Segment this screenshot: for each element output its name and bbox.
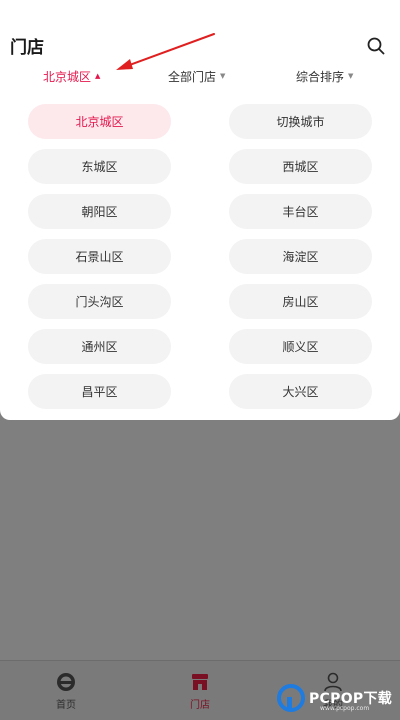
district-chip[interactable]: 东城区 xyxy=(28,149,171,184)
header: 门店 北京城区 ▲ 全部门店 ▼ 综合排序 ▼ xyxy=(0,0,400,100)
home-icon xyxy=(57,673,75,691)
district-chip[interactable]: 顺义区 xyxy=(229,329,372,364)
watermark: PCPOP下载 www.pcpop.com xyxy=(276,681,400,715)
district-grid: 北京城区 切换城市东城区 西城区朝阳区 丰台区石景山区 海淀区门头沟区 房山区通州区 顺义区… xyxy=(28,104,372,409)
sort-filter-tab[interactable]: 综合排序 ▼ xyxy=(296,64,353,88)
district-chip[interactable]: 石景山区 xyxy=(28,239,171,274)
caret-down-icon: ▼ xyxy=(220,71,226,80)
nav-home-label: 首页 xyxy=(56,700,76,711)
store-icon xyxy=(192,674,208,690)
filter-bar: 北京城区 ▲ 全部门店 ▼ 综合排序 ▼ xyxy=(0,64,400,88)
region-filter-tab[interactable]: 北京城区 ▲ xyxy=(43,64,100,88)
nav-store-label: 门店 xyxy=(190,700,210,711)
region-filter-label: 北京城区 xyxy=(43,69,92,84)
district-chip[interactable]: 通州区 xyxy=(28,329,171,364)
district-chip[interactable]: 西城区 xyxy=(229,149,372,184)
district-chip[interactable]: 切换城市 xyxy=(229,104,372,139)
nav-store[interactable]: 门店 xyxy=(170,671,230,711)
district-chip[interactable]: 朝阳区 xyxy=(28,194,171,229)
nav-home[interactable]: 首页 xyxy=(36,671,96,711)
district-chip[interactable]: 北京城区 xyxy=(28,104,171,139)
store-filter-tab[interactable]: 全部门店 ▼ xyxy=(168,64,225,88)
district-chip[interactable]: 丰台区 xyxy=(229,194,372,229)
search-icon[interactable] xyxy=(366,36,386,56)
caret-down-icon: ▼ xyxy=(348,71,354,80)
page-title: 门店 xyxy=(10,38,44,58)
district-chip[interactable]: 房山区 xyxy=(229,284,372,319)
pcpop-logo-icon xyxy=(277,684,305,712)
district-dropdown: 北京城区 切换城市东城区 西城区朝阳区 丰台区石景山区 海淀区门头沟区 房山区通州区 顺义区… xyxy=(0,92,400,420)
district-chip[interactable]: 大兴区 xyxy=(229,374,372,409)
district-chip[interactable]: 昌平区 xyxy=(28,374,171,409)
district-chip[interactable]: 门头沟区 xyxy=(28,284,171,319)
district-chip[interactable]: 海淀区 xyxy=(229,239,372,274)
caret-up-icon: ▲ xyxy=(95,71,101,80)
sort-filter-label: 综合排序 xyxy=(296,69,345,84)
watermark-sub: www.pcpop.com xyxy=(320,705,370,712)
store-filter-label: 全部门店 xyxy=(168,69,217,84)
